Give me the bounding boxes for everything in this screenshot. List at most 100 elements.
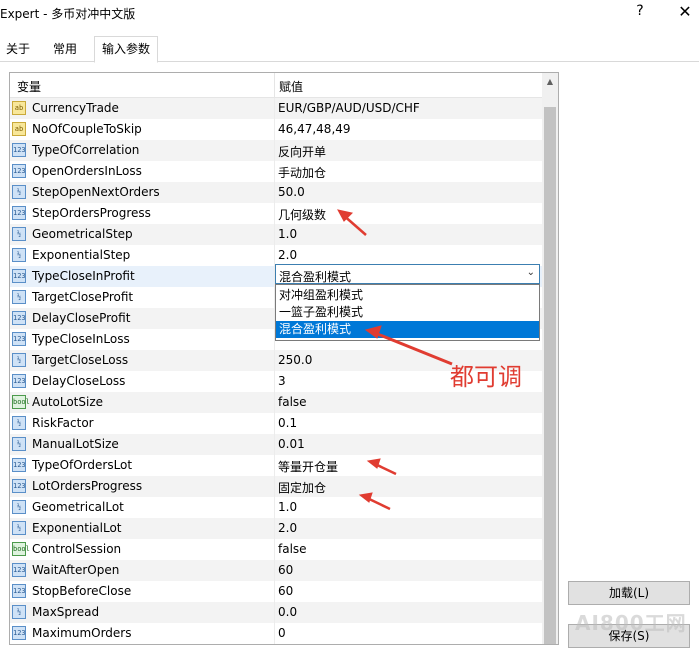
watermark-logo: AI800工网: [575, 611, 687, 635]
cell-divider: [274, 182, 275, 203]
param-value[interactable]: 固定加仓: [278, 479, 326, 496]
param-name: StepOrdersProgress: [32, 206, 151, 220]
param-row[interactable]: 123 OpenOrdersInLoss 手动加仓: [10, 161, 542, 182]
cell-divider: [274, 623, 275, 644]
param-name: DelayCloseProfit: [32, 311, 131, 325]
param-name: ManualLotSize: [32, 437, 119, 451]
param-value[interactable]: 0.0: [278, 605, 297, 619]
title-bar: Expert - 多币对冲中文版 ? ✕: [0, 0, 699, 28]
load-button[interactable]: 加载(L): [568, 581, 690, 605]
param-value[interactable]: 60: [278, 584, 293, 598]
param-row[interactable]: ½ GeometricalStep 1.0: [10, 224, 542, 245]
param-name: TargetCloseLoss: [32, 353, 129, 367]
param-name: StepOpenNextOrders: [32, 185, 160, 199]
param-name: ControlSession: [32, 542, 122, 556]
param-row[interactable]: bool ControlSession false: [10, 539, 542, 560]
option-mixed-profit[interactable]: 混合盈利模式: [276, 321, 539, 338]
param-name: ExponentialStep: [32, 248, 131, 262]
window-title: Expert - 多币对冲中文版: [0, 7, 136, 21]
option-basket-profit[interactable]: 一篮子盈利模式: [276, 304, 539, 321]
param-row[interactable]: ½ GeometricalLot 1.0: [10, 497, 542, 518]
param-row[interactable]: 123 LotOrdersProgress 固定加仓: [10, 476, 542, 497]
string-type-icon: ab: [12, 122, 26, 136]
param-row[interactable]: ab CurrencyTrade EUR/GBP/AUD/USD/CHF: [10, 98, 542, 119]
param-value[interactable]: 60: [278, 563, 293, 577]
integer-type-icon: 123: [12, 332, 26, 346]
cell-divider: [274, 245, 275, 266]
param-value[interactable]: 3: [278, 374, 286, 388]
column-header-value[interactable]: 赋值: [279, 78, 303, 95]
param-value[interactable]: 手动加仓: [278, 164, 326, 181]
close-profit-mode-select[interactable]: 混合盈利模式 ⌄: [275, 264, 540, 284]
param-value[interactable]: 1.0: [278, 500, 297, 514]
param-value[interactable]: 0.01: [278, 437, 305, 451]
double-type-icon: ½: [12, 500, 26, 514]
cell-divider: [274, 413, 275, 434]
double-type-icon: ½: [12, 185, 26, 199]
param-row[interactable]: ½ ExponentialStep 2.0: [10, 245, 542, 266]
param-row[interactable]: ab NoOfCoupleToSkip 46,47,48,49: [10, 119, 542, 140]
close-profit-mode-options: 对冲组盈利模式 一篮子盈利模式 混合盈利模式: [275, 284, 540, 341]
help-button[interactable]: ?: [631, 3, 649, 23]
param-value[interactable]: 2.0: [278, 248, 297, 262]
param-name: WaitAfterOpen: [32, 563, 120, 577]
param-name: MaxSpread: [32, 605, 100, 619]
param-row[interactable]: bool AutoLotSize false: [10, 392, 542, 413]
param-row[interactable]: ½ RiskFactor 0.1: [10, 413, 542, 434]
param-name: OpenOrdersInLoss: [32, 164, 142, 178]
tab-inputs[interactable]: 输入参数: [94, 36, 158, 63]
double-type-icon: ½: [12, 353, 26, 367]
tab-common[interactable]: 常用: [45, 38, 85, 60]
column-header-variable[interactable]: 变量: [17, 78, 41, 95]
param-value[interactable]: 0: [278, 626, 286, 640]
integer-type-icon: 123: [12, 143, 26, 157]
param-value[interactable]: 2.0: [278, 521, 297, 535]
param-row[interactable]: 123 MaximumOrders 0: [10, 623, 542, 644]
param-value[interactable]: 几何级数: [278, 206, 326, 223]
close-button[interactable]: ✕: [676, 2, 694, 22]
param-value[interactable]: EUR/GBP/AUD/USD/CHF: [278, 101, 420, 115]
param-name: AutoLotSize: [32, 395, 104, 409]
annotation-label: 都可调: [450, 363, 522, 391]
scroll-up-arrow-icon[interactable]: ▲: [542, 73, 558, 90]
param-row[interactable]: 123 StepOrdersProgress 几何级数: [10, 203, 542, 224]
cell-divider: [274, 434, 275, 455]
cell-divider: [274, 371, 275, 392]
param-row[interactable]: ½ ManualLotSize 0.01: [10, 434, 542, 455]
param-row[interactable]: 123 TypeOfCorrelation 反向开单: [10, 140, 542, 161]
tab-about[interactable]: 关于: [0, 38, 36, 60]
param-row[interactable]: ½ MaxSpread 0.0: [10, 602, 542, 623]
scrollbar-thumb[interactable]: [544, 107, 556, 644]
param-value[interactable]: false: [278, 395, 307, 409]
double-type-icon: ½: [12, 227, 26, 241]
cell-divider: [274, 161, 275, 182]
chevron-down-icon[interactable]: ⌄: [527, 267, 535, 278]
param-value[interactable]: 1.0: [278, 227, 297, 241]
param-name: GeometricalStep: [32, 227, 133, 241]
cell-divider: [274, 560, 275, 581]
cell-divider: [274, 539, 275, 560]
param-name: RiskFactor: [32, 416, 94, 430]
param-name: TypeOfOrdersLot: [32, 458, 133, 472]
param-value[interactable]: 反向开单: [278, 143, 326, 160]
param-value[interactable]: 等量开仓量: [278, 458, 338, 475]
param-value[interactable]: false: [278, 542, 307, 556]
bool-type-icon: bool: [12, 395, 30, 409]
param-row[interactable]: 123 WaitAfterOpen 60: [10, 560, 542, 581]
param-row[interactable]: ½ ExponentialLot 2.0: [10, 518, 542, 539]
double-type-icon: ½: [12, 290, 26, 304]
cell-divider: [274, 224, 275, 245]
vertical-scrollbar[interactable]: ▲: [542, 73, 558, 644]
param-row[interactable]: 123 TypeOfOrdersLot 等量开仓量: [10, 455, 542, 476]
param-value[interactable]: 50.0: [278, 185, 305, 199]
option-hedge-group-profit[interactable]: 对冲组盈利模式: [276, 287, 539, 304]
cell-divider: [274, 350, 275, 371]
param-value[interactable]: 46,47,48,49: [278, 122, 351, 136]
param-value[interactable]: 0.1: [278, 416, 297, 430]
param-row[interactable]: 123 StopBeforeClose 60: [10, 581, 542, 602]
param-value[interactable]: 250.0: [278, 353, 312, 367]
integer-type-icon: 123: [12, 584, 26, 598]
param-row[interactable]: ½ StepOpenNextOrders 50.0: [10, 182, 542, 203]
bool-type-icon: bool: [12, 542, 30, 556]
param-name: StopBeforeClose: [32, 584, 132, 598]
